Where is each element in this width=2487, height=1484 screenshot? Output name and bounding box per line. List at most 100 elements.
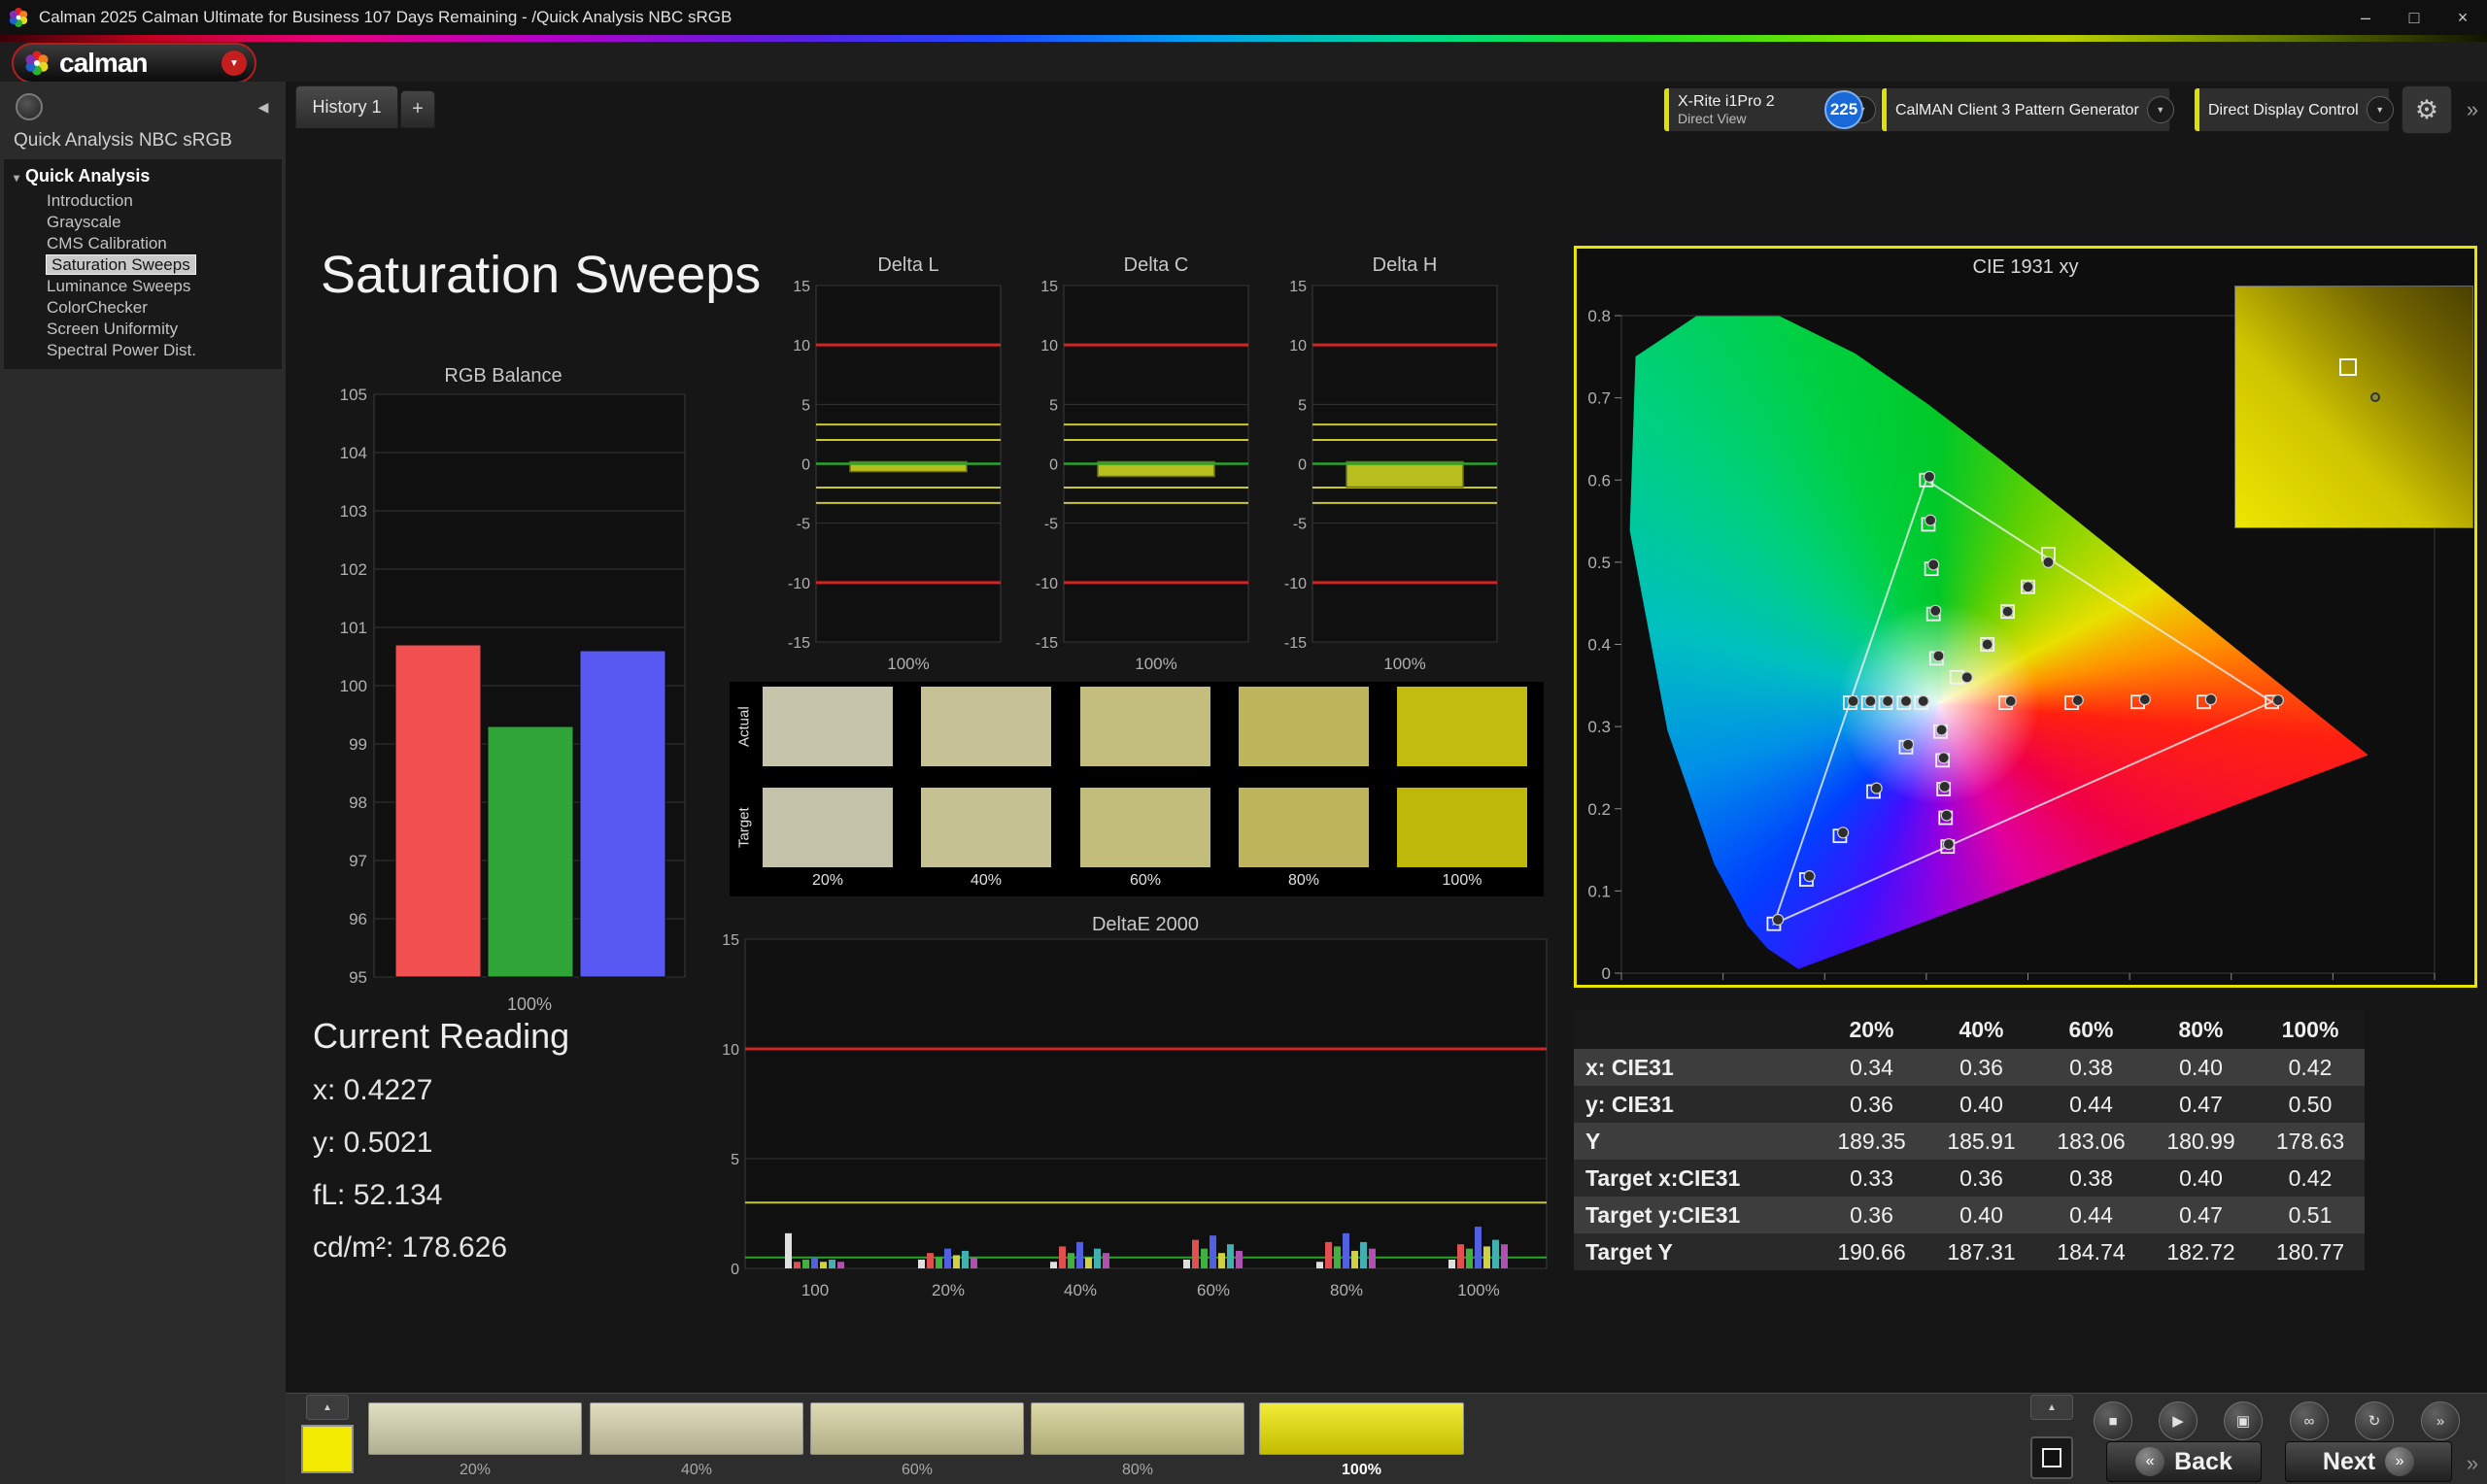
pattern-control-bar: ▲ 20% 40% 60% 80% 100% ▲ ■ ▶ ▣ ∞ ↻ » « Back Next … [286, 1393, 2487, 1484]
sidebar-item-saturation-sweeps[interactable]: Saturation Sweeps [4, 254, 282, 276]
svg-text:100%: 100% [1135, 655, 1176, 673]
svg-text:102: 102 [340, 560, 367, 579]
svg-text:0: 0 [801, 457, 810, 474]
pattern-step-label: 60% [901, 1462, 934, 1478]
calman-logo-menu[interactable]: calman ▼ [12, 43, 256, 84]
swatch-actual-80% [1239, 687, 1369, 766]
close-button[interactable]: × [2438, 0, 2487, 35]
cie-1931-chart-panel[interactable]: CIE 1931 xy 00.10.20.30.40.50.60.70.800.… [1574, 246, 2477, 988]
pattern-step-20%[interactable] [368, 1402, 582, 1455]
session-status-button[interactable] [16, 93, 43, 120]
svg-text:15: 15 [793, 279, 810, 295]
add-tab-button[interactable]: + [400, 90, 435, 128]
svg-text:-5: -5 [797, 517, 810, 533]
maximize-button[interactable]: □ [2390, 0, 2438, 35]
minimize-button[interactable]: – [2341, 0, 2390, 35]
svg-text:60%: 60% [1197, 1281, 1230, 1299]
pattern-generator-dropdown[interactable]: CalMAN Client 3 Pattern Generator ▼ [1881, 87, 2174, 132]
swatch-column-label: 80% [1287, 872, 1320, 889]
inset-measured-circle-icon [2370, 392, 2381, 403]
deltae-title: DeltaE 2000 [1091, 914, 1200, 935]
sidebar-item-spectral-power-dist-[interactable]: Spectral Power Dist. [4, 340, 282, 361]
play-button[interactable]: ▶ [2159, 1401, 2197, 1440]
meter-count-badge[interactable]: 225 [1824, 90, 1863, 129]
advance-button[interactable]: » [2421, 1401, 2460, 1440]
results-row-y: Y 189.35 185.91 183.06 180.99 178.63 [1574, 1123, 2365, 1160]
sidebar-item-grayscale[interactable]: Grayscale [4, 212, 282, 233]
current-pattern-swatch[interactable] [301, 1425, 354, 1473]
results-table: 20% 40% 60% 80% 100% x: CIE31 0.34 0.36 0.38 0.40… [1574, 1010, 2365, 1270]
chevron-down-icon[interactable]: ▼ [2366, 96, 2394, 123]
pattern-step-label: 20% [459, 1462, 492, 1478]
tree-root-quick-analysis[interactable]: ▾ Quick Analysis [4, 164, 282, 190]
svg-text:0.2: 0.2 [1587, 800, 1611, 819]
results-row-target-y-cie31: Target y:CIE31 0.36 0.40 0.44 0.47 0.51 [1574, 1197, 2365, 1233]
current-reading-heading: Current Reading [313, 1016, 570, 1056]
svg-text:0.4: 0.4 [1587, 636, 1611, 655]
pattern-step-80%[interactable] [1031, 1402, 1244, 1455]
cie-inset-zoom [2234, 286, 2473, 528]
display-control-dropdown[interactable]: Direct Display Control ▼ [2194, 87, 2394, 132]
sidebar-item-colorchecker[interactable]: ColorChecker [4, 297, 282, 319]
svg-text:80%: 80% [1330, 1281, 1363, 1299]
swatch-row-label: Target [735, 807, 753, 848]
delta-l-chart: -15 -10 -5 0 5 10 15 100% [788, 279, 1002, 673]
page-advance-icon[interactable]: » [2460, 1444, 2485, 1483]
swatch-column-label: 100% [1442, 872, 1482, 889]
svg-text:10: 10 [722, 1042, 739, 1059]
svg-text:0: 0 [1049, 457, 1058, 474]
rainbow-divider [0, 35, 2487, 42]
pattern-step-label: 80% [1121, 1462, 1154, 1478]
rgb-balance-chart: 95 96 97 98 99 100 101 102 103 104 105 100% [340, 387, 686, 1014]
svg-text:0: 0 [1602, 964, 1611, 983]
reading-x: x: 0.4227 [313, 1074, 433, 1106]
svg-text:0.6: 0.6 [1587, 471, 1611, 489]
logo-menu-arrow-icon[interactable]: ▼ [221, 51, 247, 76]
chevron-down-icon[interactable]: ▼ [2146, 96, 2174, 123]
loop-button[interactable]: ∞ [2290, 1401, 2329, 1440]
pattern-step-100%[interactable] [1259, 1402, 1464, 1455]
svg-text:0.5: 0.5 [1587, 554, 1611, 572]
swatch-actual-20% [763, 687, 893, 766]
next-button[interactable]: Next » [2285, 1441, 2452, 1482]
back-button[interactable]: « Back [2106, 1441, 2262, 1482]
pattern-step-40%[interactable] [590, 1402, 803, 1455]
swatch-column-label: 20% [811, 872, 844, 889]
svg-text:20%: 20% [932, 1281, 965, 1299]
save-button[interactable]: ▣ [2224, 1401, 2263, 1440]
swatch-row-label: Actual [735, 706, 753, 747]
reading-y: y: 0.5021 [313, 1127, 433, 1159]
sidebar-item-cms-calibration[interactable]: CMS Calibration [4, 233, 282, 254]
swatch-column-label: 40% [970, 872, 1003, 889]
settings-button[interactable]: ⚙ [2402, 85, 2452, 134]
meter-name: X-Rite i1Pro 2 [1678, 93, 1775, 110]
svg-text:101: 101 [340, 619, 367, 637]
sidebar-item-introduction[interactable]: Introduction [4, 190, 282, 212]
svg-text:5: 5 [801, 397, 810, 414]
meter-mode: Direct View [1678, 111, 1747, 126]
calman-flower-icon [25, 51, 49, 76]
tab-label: History 1 [312, 97, 382, 117]
tab-history-1[interactable]: History 1 [295, 85, 398, 128]
refresh-button[interactable]: ↻ [2355, 1401, 2394, 1440]
pattern-step-60%[interactable] [810, 1402, 1024, 1455]
stop-button[interactable]: ■ [2094, 1401, 2132, 1440]
saturation-swatch-grid: Actual Target 20% 40% 60% 80% 100% [730, 682, 1544, 896]
svg-text:-10: -10 [1284, 576, 1307, 592]
workflow-advance-button[interactable]: » [2460, 91, 2485, 128]
display-control-label: Direct Display Control [2208, 101, 2359, 118]
sidebar-item-luminance-sweeps[interactable]: Luminance Sweeps [4, 276, 282, 297]
pattern-window-icon [2042, 1448, 2061, 1467]
svg-text:15: 15 [1040, 279, 1058, 295]
pattern-up-button[interactable]: ▲ [306, 1395, 349, 1420]
transport-up-button[interactable]: ▲ [2030, 1395, 2073, 1420]
swatch-target-80% [1239, 788, 1369, 867]
sidebar-item-screen-uniformity[interactable]: Screen Uniformity [4, 319, 282, 340]
collapse-sidebar-button[interactable]: ◀ [251, 95, 276, 118]
next-chevron-icon: » [2385, 1447, 2415, 1476]
svg-text:103: 103 [340, 502, 367, 521]
svg-text:99: 99 [349, 735, 367, 754]
pattern-step-label: 40% [680, 1462, 713, 1478]
pattern-window-button[interactable] [2030, 1436, 2073, 1479]
svg-text:97: 97 [349, 852, 367, 870]
